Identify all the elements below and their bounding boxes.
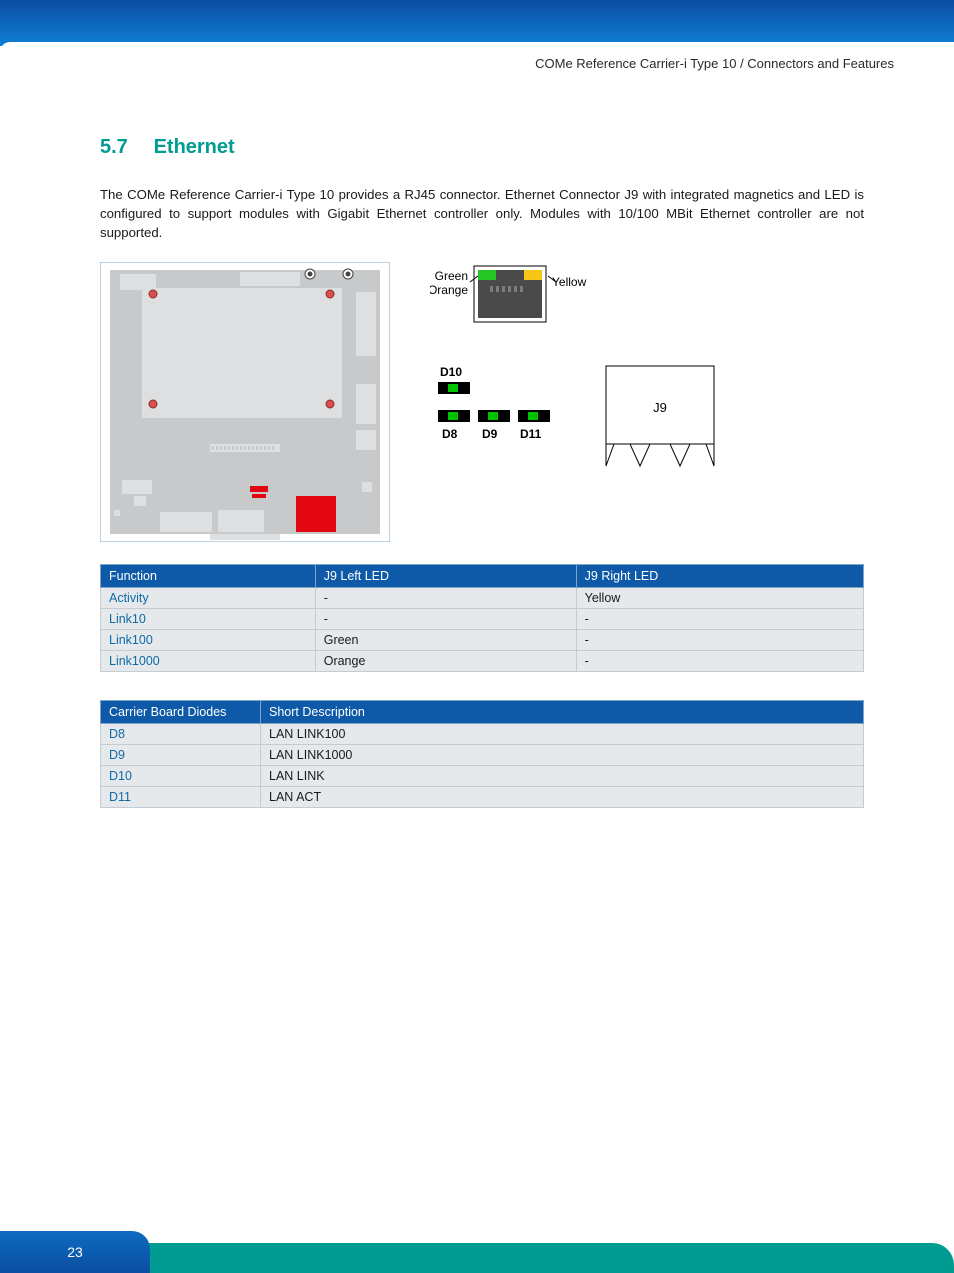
- rj45-left-led-bottom-label: Orange: [430, 283, 468, 297]
- table-row: Link1000 Orange -: [101, 651, 864, 672]
- top-header-band: [0, 0, 954, 46]
- table-row: Activity - Yellow: [101, 588, 864, 609]
- j9-led-table: Function J9 Left LED J9 Right LED Activi…: [100, 564, 864, 672]
- diodes-figure: D10 D8 D9 D11: [430, 362, 570, 472]
- t2-cell: LAN LINK1000: [261, 745, 864, 766]
- t1-cell: Activity: [101, 588, 316, 609]
- t1-cell: Link100: [101, 630, 316, 651]
- footer: 23: [0, 1231, 954, 1273]
- j9-connector-figure: J9: [600, 362, 720, 472]
- section-number: 5.7: [100, 136, 148, 159]
- t2-h2: Short Description: [261, 701, 864, 724]
- t1-cell: -: [576, 630, 863, 651]
- t1-cell: -: [576, 651, 863, 672]
- t1-cell: Link1000: [101, 651, 316, 672]
- breadcrumb: COMe Reference Carrier-i Type 10 / Conne…: [535, 56, 894, 71]
- t2-cell: D10: [101, 766, 261, 787]
- figures-row: Green Orange Yellow D10: [100, 262, 864, 542]
- t1-cell: Green: [315, 630, 576, 651]
- d9-label: D9: [482, 427, 498, 441]
- t1-h2: J9 Left LED: [315, 565, 576, 588]
- t1-h3: J9 Right LED: [576, 565, 863, 588]
- table-row: Link10 - -: [101, 609, 864, 630]
- t1-cell: -: [315, 588, 576, 609]
- rj45-front-figure: Green Orange Yellow: [430, 262, 630, 332]
- t1-h1: Function: [101, 565, 316, 588]
- rj45-left-led-top-label: Green: [435, 269, 468, 283]
- board-layout-figure: [100, 262, 390, 542]
- t2-cell: D8: [101, 724, 261, 745]
- diodes-table: Carrier Board Diodes Short Description D…: [100, 700, 864, 808]
- d10-label: D10: [440, 365, 462, 379]
- d11-label: D11: [520, 427, 542, 441]
- section-heading: 5.7 Ethernet: [100, 136, 864, 159]
- rj45-right-led-label: Yellow: [552, 275, 587, 289]
- table-row: D9 LAN LINK1000: [101, 745, 864, 766]
- t2-cell: LAN LINK: [261, 766, 864, 787]
- table-row: Link100 Green -: [101, 630, 864, 651]
- d8-label: D8: [442, 427, 458, 441]
- t1-cell: Yellow: [576, 588, 863, 609]
- t2-h1: Carrier Board Diodes: [101, 701, 261, 724]
- t2-cell: D9: [101, 745, 261, 766]
- t1-cell: Orange: [315, 651, 576, 672]
- table-row: D11 LAN ACT: [101, 787, 864, 808]
- section-title: Ethernet: [154, 136, 235, 158]
- t1-cell: -: [576, 609, 863, 630]
- j9-label: J9: [653, 400, 667, 415]
- t1-cell: Link10: [101, 609, 316, 630]
- t2-cell: LAN ACT: [261, 787, 864, 808]
- t2-cell: LAN LINK100: [261, 724, 864, 745]
- table-row: D10 LAN LINK: [101, 766, 864, 787]
- table-row: D8 LAN LINK100: [101, 724, 864, 745]
- t2-cell: D11: [101, 787, 261, 808]
- page-number: 23: [0, 1231, 150, 1273]
- section-paragraph: The COMe Reference Carrier-i Type 10 pro…: [100, 185, 864, 242]
- t1-cell: -: [315, 609, 576, 630]
